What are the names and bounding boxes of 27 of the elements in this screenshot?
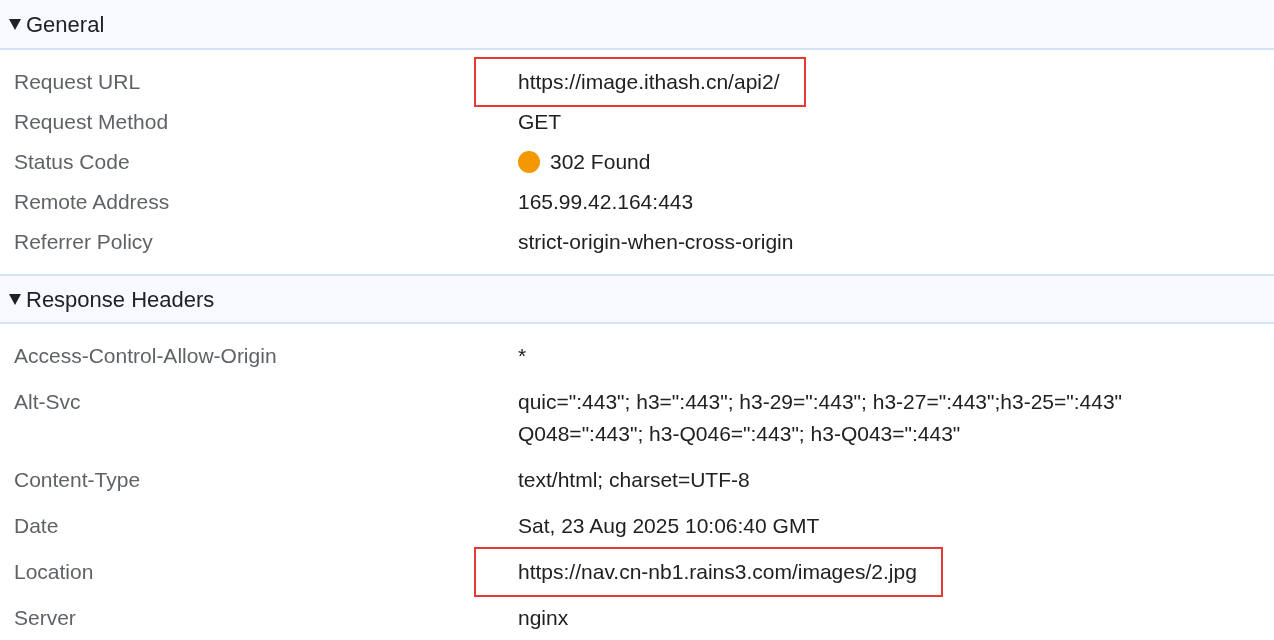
header-name: Content-Type	[13, 467, 142, 493]
section-header[interactable]: Response Headers	[0, 274, 1274, 324]
header-value: Sat, 23 Aug 2025 10:06:40 GMT	[518, 513, 820, 539]
header-value: 302 Found	[550, 149, 651, 175]
header-name: Access-Control-Allow-Origin	[13, 343, 278, 369]
header-name: Status Code	[13, 149, 131, 175]
header-name: Referrer Policy	[13, 229, 154, 255]
header-value: https://image.ithash.cn/api2/	[518, 69, 780, 95]
section-title: Response Headers	[26, 285, 215, 314]
header-name: Server	[13, 605, 77, 631]
header-name: Request URL	[13, 69, 142, 95]
header-value: text/html; charset=UTF-8	[518, 467, 750, 493]
header-value: strict-origin-when-cross-origin	[518, 229, 794, 255]
header-value: nginx	[518, 605, 569, 631]
header-name: Alt-Svc	[13, 389, 82, 415]
header-value: 165.99.42.164:443	[518, 189, 694, 215]
header-value: *	[518, 343, 527, 369]
header-name: Request Method	[13, 109, 170, 135]
header-name: Location	[13, 559, 95, 585]
header-name: Date	[13, 513, 60, 539]
header-name: Remote Address	[13, 189, 171, 215]
header-value: https://nav.cn-nb1.rains3.com/images/2.jpg	[518, 559, 917, 585]
section-title: General	[26, 10, 105, 39]
section-header[interactable]: General	[0, 0, 1274, 50]
header-value: quic=":443"; h3=":443"; h3-29=":443"; h3-27=":443";h3-25=":443"	[518, 389, 1123, 415]
header-value: Q048=":443"; h3-Q046=":443"; h3-Q043=":443"	[518, 421, 962, 447]
header-value: GET	[518, 109, 562, 135]
